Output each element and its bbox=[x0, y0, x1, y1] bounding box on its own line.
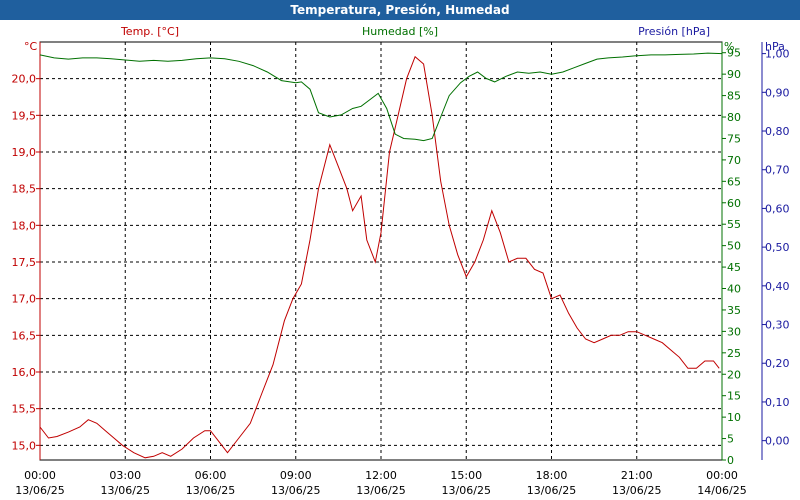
pressure-tick-label: 0,20 bbox=[765, 357, 790, 370]
humidity-tick-label: 55 bbox=[727, 218, 741, 231]
humidity-tick-label: 35 bbox=[727, 304, 741, 317]
x-tick-date: 14/06/25 bbox=[697, 484, 746, 497]
humidity-tick-label: 40 bbox=[727, 283, 741, 296]
humidity-tick-label: 0 bbox=[727, 454, 734, 467]
temp-tick-label: 15,5 bbox=[12, 403, 37, 416]
temp-tick-label: 15,0 bbox=[12, 439, 37, 452]
pressure-tick-label: 0,00 bbox=[765, 435, 790, 448]
x-tick-date: 13/06/25 bbox=[442, 484, 491, 497]
humidity-tick-label: 5 bbox=[727, 433, 734, 446]
pressure-tick-label: 1,00 bbox=[765, 48, 790, 61]
x-tick-time: 15:00 bbox=[450, 469, 482, 482]
temp-tick-label: 17,0 bbox=[12, 293, 37, 306]
pressure-tick-label: 0,10 bbox=[765, 396, 790, 409]
humidity-tick-label: 90 bbox=[727, 68, 741, 81]
x-tick-time: 06:00 bbox=[195, 469, 227, 482]
x-tick-date: 13/06/25 bbox=[527, 484, 576, 497]
x-tick-time: 00:00 bbox=[706, 469, 738, 482]
pressure-tick-label: 0,30 bbox=[765, 319, 790, 332]
humidity-tick-label: 45 bbox=[727, 261, 741, 274]
pressure-tick-label: 0,40 bbox=[765, 280, 790, 293]
temp-tick-label: 19,0 bbox=[12, 146, 37, 159]
x-tick-date: 13/06/25 bbox=[271, 484, 320, 497]
humidity-tick-label: 50 bbox=[727, 240, 741, 253]
pressure-tick-label: 0,90 bbox=[765, 86, 790, 99]
humidity-tick-label: 65 bbox=[727, 175, 741, 188]
temp-series-line bbox=[39, 55, 720, 459]
x-tick-time: 12:00 bbox=[365, 469, 397, 482]
x-tick-time: 03:00 bbox=[109, 469, 141, 482]
temp-tick-label: 18,0 bbox=[12, 219, 37, 232]
x-tick-date: 13/06/25 bbox=[101, 484, 150, 497]
humidity-tick-label: 15 bbox=[727, 390, 741, 403]
pressure-tick-label: 0,60 bbox=[765, 202, 790, 215]
humidity-tick-label: 75 bbox=[727, 132, 741, 145]
humidity-tick-label: 70 bbox=[727, 154, 741, 167]
humidity-tick-label: 60 bbox=[727, 197, 741, 210]
humidity-tick-label: 10 bbox=[727, 411, 741, 424]
x-tick-time: 18:00 bbox=[536, 469, 568, 482]
pressure-tick-label: 0,80 bbox=[765, 125, 790, 138]
temp-tick-label: 20,0 bbox=[12, 73, 37, 86]
x-tick-date: 13/06/25 bbox=[186, 484, 235, 497]
humidity-tick-label: 95 bbox=[727, 47, 741, 60]
humidity-tick-label: 85 bbox=[727, 90, 741, 103]
humidity-tick-label: 20 bbox=[727, 368, 741, 381]
x-tick-time: 00:00 bbox=[24, 469, 56, 482]
x-tick-date: 13/06/25 bbox=[356, 484, 405, 497]
x-tick-date: 13/06/25 bbox=[15, 484, 64, 497]
x-tick-date: 13/06/25 bbox=[612, 484, 661, 497]
temp-tick-label: 17,5 bbox=[12, 256, 37, 269]
x-tick-time: 21:00 bbox=[621, 469, 653, 482]
temp-tick-label: 16,5 bbox=[12, 329, 37, 342]
humidity-tick-label: 80 bbox=[727, 111, 741, 124]
humidity-tick-label: 30 bbox=[727, 325, 741, 338]
temp-tick-label: 19,5 bbox=[12, 109, 37, 122]
temp-tick-label: 16,0 bbox=[12, 366, 37, 379]
pressure-tick-label: 0,50 bbox=[765, 241, 790, 254]
line-chart: 00:00 13/06/25 03:00 13/06/25 06:00 13/06/25 0… bbox=[12, 41, 790, 497]
temp-tick-label: 18,5 bbox=[12, 183, 37, 196]
x-tick-time: 09:00 bbox=[280, 469, 312, 482]
humidity-tick-label: 25 bbox=[727, 347, 741, 360]
pressure-tick-label: 0,70 bbox=[765, 164, 790, 177]
